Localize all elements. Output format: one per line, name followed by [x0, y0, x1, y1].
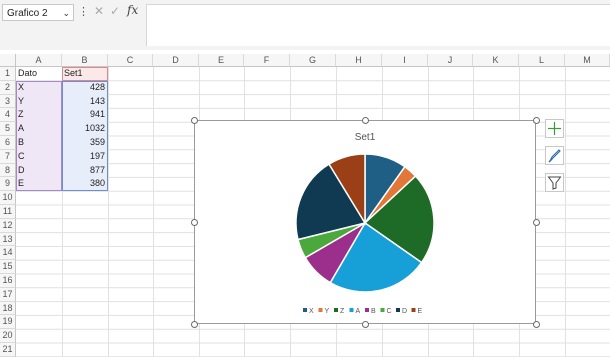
cell-b1[interactable]: Set1 — [62, 67, 108, 81]
legend-label-e: E — [418, 308, 423, 315]
legend-label-c: C — [387, 308, 392, 315]
resize-handle-n[interactable] — [361, 116, 369, 124]
row-header-7[interactable]: 7 — [0, 149, 16, 164]
insert-function-icon[interactable]: fx — [127, 3, 138, 17]
chart-canvas: Set1 X Y Z A B C D E — [295, 132, 435, 315]
more-options-icon[interactable]: ⋮ — [78, 5, 89, 18]
cell-a3[interactable]: Y — [16, 95, 62, 109]
legend-swatch-a — [349, 308, 354, 312]
row-header-3[interactable]: 3 — [0, 94, 16, 109]
column-header-e[interactable]: E — [199, 54, 244, 67]
row-header-13[interactable]: 13 — [0, 232, 16, 247]
resize-handle-ne[interactable] — [532, 116, 540, 124]
legend-swatch-x — [303, 308, 307, 312]
row-header-12[interactable]: 12 — [0, 218, 16, 233]
legend-label-a: A — [356, 308, 361, 315]
row-header-2[interactable]: 2 — [0, 80, 16, 95]
resize-handle-sw[interactable] — [190, 320, 198, 328]
row-header-4[interactable]: 4 — [0, 108, 16, 123]
cell-a1[interactable]: Dato — [16, 67, 62, 81]
formula-bar: Grafico 2 ⌄ ⋮ ✕ ✓ fx — [0, 0, 610, 50]
legend-swatch-c — [380, 308, 385, 312]
pie-chart[interactable]: Set1 X Y Z A B C D E — [194, 120, 536, 324]
resize-handle-e[interactable] — [532, 218, 540, 226]
select-all-corner[interactable] — [0, 54, 16, 67]
legend-label-z: Z — [340, 308, 345, 315]
formula-input[interactable] — [146, 4, 610, 46]
enter-icon[interactable]: ✓ — [110, 4, 120, 18]
row-header-6[interactable]: 6 — [0, 136, 16, 150]
column-header-h[interactable]: H — [336, 54, 382, 67]
legend-swatch-y — [318, 308, 323, 312]
cell-b3[interactable]: 143 — [62, 95, 108, 109]
row-header-14[interactable]: 14 — [0, 246, 16, 261]
row-header-21[interactable]: 21 — [0, 343, 16, 357]
name-box[interactable]: Grafico 2 ⌄ — [2, 4, 74, 21]
resize-handle-s[interactable] — [361, 320, 369, 328]
plus-icon — [548, 122, 561, 135]
column-header-c[interactable]: C — [108, 54, 153, 67]
row-header-19[interactable]: 19 — [0, 315, 16, 330]
column-header-d[interactable]: D — [153, 54, 199, 67]
legend-swatch-d — [396, 308, 400, 312]
column-header-a[interactable]: A — [16, 54, 62, 67]
cell-b4[interactable]: 941 — [62, 108, 108, 122]
cell-b2[interactable]: 428 — [62, 81, 108, 95]
row-header-1[interactable]: 1 — [0, 67, 16, 81]
chart-title: Set1 — [355, 132, 376, 143]
chart-legend: XYZABCDE — [303, 308, 423, 315]
column-header-j[interactable]: J — [428, 54, 473, 67]
chevron-down-icon[interactable]: ⌄ — [62, 5, 70, 22]
cell-a6[interactable]: B — [16, 136, 62, 150]
row-header-9[interactable]: 9 — [0, 177, 16, 192]
row-header-11[interactable]: 11 — [0, 205, 16, 219]
cell-b8[interactable]: 877 — [62, 164, 108, 178]
row-header-18[interactable]: 18 — [0, 301, 16, 316]
legend-swatch-z — [334, 308, 338, 312]
legend-swatch-e — [411, 308, 416, 312]
cell-b5[interactable]: 1032 — [62, 122, 108, 136]
resize-handle-se[interactable] — [532, 320, 540, 328]
column-header-l[interactable]: L — [519, 54, 565, 67]
column-header-m[interactable]: M — [565, 54, 610, 67]
column-header-b[interactable]: B — [62, 54, 108, 67]
row-header-5[interactable]: 5 — [0, 122, 16, 136]
legend-label-x: X — [309, 308, 314, 315]
column-header-f[interactable]: F — [244, 54, 290, 67]
cell-b6[interactable]: 359 — [62, 136, 108, 150]
resize-handle-w[interactable] — [190, 218, 198, 226]
column-header-k[interactable]: K — [473, 54, 519, 67]
cell-a4[interactable]: Z — [16, 108, 62, 122]
chart-elements-button[interactable] — [545, 119, 564, 138]
row-header-8[interactable]: 8 — [0, 163, 16, 178]
row-header-15[interactable]: 15 — [0, 260, 16, 274]
row-header-10[interactable]: 10 — [0, 191, 16, 205]
brush-icon — [548, 149, 561, 163]
filter-icon — [547, 176, 562, 190]
cell-b9[interactable]: 380 — [62, 177, 108, 191]
column-header-i[interactable]: I — [382, 54, 428, 67]
cell-a7[interactable]: C — [16, 150, 62, 164]
cell-a8[interactable]: D — [16, 164, 62, 178]
row-header-16[interactable]: 16 — [0, 274, 16, 288]
chart-filters-button[interactable] — [545, 173, 564, 192]
resize-handle-nw[interactable] — [190, 116, 198, 124]
legend-label-y: Y — [325, 308, 330, 315]
cell-a5[interactable]: A — [16, 122, 62, 136]
cell-b7[interactable]: 197 — [62, 150, 108, 164]
cancel-icon[interactable]: ✕ — [94, 4, 104, 18]
pie-slices — [295, 153, 435, 293]
cell-a9[interactable]: E — [16, 177, 62, 191]
column-header-g[interactable]: G — [290, 54, 336, 67]
chart-styles-button[interactable] — [545, 146, 564, 165]
legend-swatch-b — [365, 308, 369, 312]
row-header-20[interactable]: 20 — [0, 329, 16, 343]
name-box-value: Grafico 2 — [7, 8, 48, 19]
row-header-17[interactable]: 17 — [0, 287, 16, 302]
legend-label-d: D — [402, 308, 407, 315]
cell-a2[interactable]: X — [16, 81, 62, 95]
legend-label-b: B — [371, 308, 376, 315]
